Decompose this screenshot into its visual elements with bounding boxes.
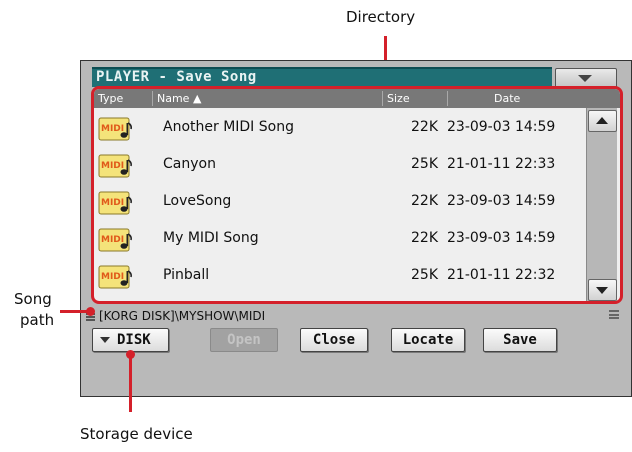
file-size: 25K <box>411 267 438 283</box>
song-path-text: [KORG DISK]\MYSHOW\MIDI <box>99 309 266 323</box>
storage-device-button[interactable]: DISK <box>92 328 169 352</box>
open-button[interactable]: Open <box>210 328 278 352</box>
storage-device-callout-line <box>129 354 132 412</box>
storage-device-label: DISK <box>117 332 151 348</box>
column-header-date[interactable]: Date <box>494 89 520 108</box>
column-divider <box>382 91 383 106</box>
file-row[interactable]: MIDI My MIDI Song 22K 23-09-03 14:59 <box>94 220 584 257</box>
file-date: 21-01-11 22:33 <box>447 156 556 172</box>
column-header-bar: Type Name ▲ Size Date <box>94 89 620 108</box>
hamburger-icon <box>609 310 619 319</box>
scroll-down-button[interactable] <box>588 279 617 301</box>
storage-device-callout-dot <box>126 350 135 359</box>
column-divider <box>447 91 448 106</box>
svg-text:MIDI: MIDI <box>101 161 124 171</box>
close-button[interactable]: Close <box>300 328 368 352</box>
scroll-up-button[interactable] <box>588 110 617 132</box>
song-path-callout-dot <box>86 307 95 316</box>
file-row[interactable]: MIDI Pinball 25K 21-01-11 22:32 <box>94 257 584 294</box>
file-date: 23-09-03 14:59 <box>447 230 556 246</box>
file-row[interactable]: MIDI LoveSong 22K 23-09-03 14:59 <box>94 183 584 220</box>
song-path-callout-line2: path <box>20 311 55 329</box>
file-row[interactable]: MIDI Another MIDI Song 22K 23-09-03 14:5… <box>94 109 584 146</box>
file-size: 25K <box>411 156 438 172</box>
column-header-size[interactable]: Size <box>387 89 410 108</box>
midi-file-icon: MIDI <box>98 228 136 252</box>
save-button[interactable]: Save <box>483 328 557 352</box>
midi-file-icon: MIDI <box>98 154 136 178</box>
window-title: PLAYER - Save Song <box>96 69 257 85</box>
svg-text:MIDI: MIDI <box>101 198 124 208</box>
column-divider <box>152 91 153 106</box>
locate-button[interactable]: Locate <box>391 328 465 352</box>
arrow-up-icon <box>596 117 608 124</box>
column-header-name[interactable]: Name ▲ <box>157 89 201 108</box>
file-name: Pinball <box>163 267 210 283</box>
file-size: 22K <box>411 119 438 135</box>
file-name: My MIDI Song <box>163 230 259 246</box>
song-path-callout-line1: Song <box>14 290 52 308</box>
chevron-down-icon <box>100 337 110 343</box>
midi-file-icon: MIDI <box>98 265 136 289</box>
svg-text:MIDI: MIDI <box>101 235 124 245</box>
chevron-down-icon <box>578 75 592 82</box>
arrow-down-icon <box>596 287 608 294</box>
list-scrollbar[interactable] <box>586 108 617 301</box>
directory-callout: Directory <box>346 8 416 26</box>
column-header-type[interactable]: Type <box>98 89 123 108</box>
midi-file-icon: MIDI <box>98 117 136 141</box>
file-name: LoveSong <box>163 193 232 209</box>
file-date: 23-09-03 14:59 <box>447 193 556 209</box>
page-menu-button[interactable] <box>555 68 617 88</box>
title-bar: PLAYER - Save Song <box>92 67 552 87</box>
file-row[interactable]: MIDI Canyon 25K 21-01-11 22:33 <box>94 146 584 183</box>
svg-text:MIDI: MIDI <box>101 272 124 282</box>
song-path: [KORG DISK]\MYSHOW\MIDI <box>86 309 265 323</box>
midi-file-icon: MIDI <box>98 191 136 215</box>
file-size: 22K <box>411 230 438 246</box>
file-size: 22K <box>411 193 438 209</box>
file-name: Canyon <box>163 156 216 172</box>
file-date: 23-09-03 14:59 <box>447 119 556 135</box>
file-name: Another MIDI Song <box>163 119 294 135</box>
save-song-window: PLAYER - Save Song Type Name ▲ Size Date… <box>80 60 632 397</box>
svg-text:MIDI: MIDI <box>101 124 124 134</box>
directory-list: Type Name ▲ Size Date MIDI Another MIDI … <box>91 86 623 304</box>
storage-device-callout: Storage device <box>80 425 193 443</box>
file-date: 21-01-11 22:32 <box>447 267 556 283</box>
